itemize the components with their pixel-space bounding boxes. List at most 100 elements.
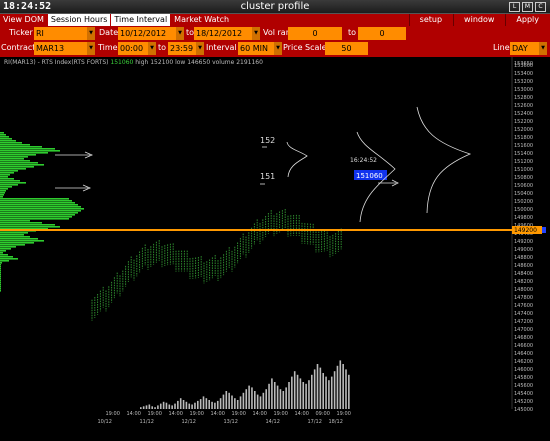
menu-market-watch[interactable]: Market Watch [171,14,232,26]
maximize-button[interactable]: M [522,2,533,12]
profile-bar [0,280,1,282]
profile-bar [0,290,1,292]
profile-bar [0,246,16,248]
volume-bar [330,376,333,409]
poc-price-label: 149200 [514,227,537,234]
volume-bar [171,405,173,409]
price-tick-label: 152600 [514,103,533,109]
chart-area[interactable]: 153650 153600 153400 153200 153000 152800 1526… [0,57,550,437]
vol-from-field[interactable]: 0 [288,27,342,40]
volume-bar [296,374,299,409]
profile-bar [0,242,34,244]
volume-bar [248,385,250,409]
volume-bar [205,398,208,409]
volume-bar [222,394,225,409]
profile-bar [0,282,1,284]
profile-bar [0,188,8,190]
profile-bar [0,174,10,176]
date-to-field[interactable]: 18/12/2012 ▼ [194,27,260,40]
ticker-select[interactable]: RI ▼ [34,27,95,40]
title-bar: 18:24:52 cluster profile L M C [0,0,550,14]
chevron-down-icon[interactable]: ▼ [274,42,282,55]
time-tick-label: 19:00 [148,411,162,417]
interval-select[interactable]: 60 MIN ▼ [238,42,282,55]
profile-bar [0,202,75,204]
price-tick-label: 147600 [514,303,533,309]
profile-bar [0,224,55,226]
price-tick-label: 153200 [514,79,533,85]
volume-bar [236,400,239,409]
price-tick-label: 153000 [514,87,533,93]
time-from-field[interactable]: 00:00 ▼ [118,42,156,55]
time-tick-label: 14:00 [169,411,183,417]
price-scale-field[interactable]: 50 [325,42,368,55]
volume-bar [145,405,148,409]
volume-bar [162,401,165,409]
profile-bar [0,222,42,224]
line-select[interactable]: DAY ▼ [510,42,547,55]
vol-to-label: to [348,28,357,37]
date-tick-label: 12/12 [182,419,196,425]
chevron-down-icon[interactable]: ▼ [148,42,156,55]
volume-bar [342,364,344,409]
profile-bar [0,226,60,228]
profile-bar [0,166,34,168]
profile-bar [0,216,72,218]
volume-bar [325,376,327,409]
contract-select[interactable]: MAR13 ▼ [34,42,95,55]
price-tick-label: 151800 [514,135,533,141]
profile-bar [0,248,11,250]
volume-bar [199,399,202,409]
date-label: Date [99,28,119,37]
window-button[interactable]: window [453,14,504,26]
chevron-down-icon[interactable]: ▼ [252,27,260,40]
vol-to-field[interactable]: 0 [358,27,406,40]
volume-bar [197,400,199,409]
menu-view-dom[interactable]: View DOM [0,14,47,26]
profile-bar [0,232,28,234]
chevron-down-icon[interactable]: ▼ [176,27,184,40]
price-tick-label: 152800 [514,95,533,101]
volume-bar [165,402,168,409]
volume-bar [228,392,230,409]
profile-bar [0,254,8,256]
profile-bar [0,162,38,164]
apply-button[interactable]: Apply [505,14,549,26]
volume-bar [225,391,228,409]
setup-button[interactable]: setup [408,14,452,26]
menu-time-interval[interactable]: Time Interval [111,14,171,26]
price-tick-label: 151600 [514,143,533,149]
time-label: Time [98,43,118,52]
profile-bar [0,186,12,188]
profile-bar [0,204,78,206]
profile-bar [0,208,84,210]
last-price: 151060 [110,59,134,66]
profile-bar [0,256,13,258]
price-chart[interactable]: 1536501536001534001532001530001528001526… [0,57,550,437]
profile-bar [0,178,14,180]
contract-label: Contract [1,43,36,52]
volume-bar [293,371,296,409]
date-from-field[interactable]: 10/12/2012 ▼ [118,27,184,40]
chevron-down-icon[interactable]: ▼ [87,42,95,55]
minimize-button[interactable]: L [509,2,520,12]
menu-session-hours[interactable]: Session Hours [47,14,111,26]
poc-marker [542,227,546,233]
profile-bar [0,236,30,238]
current-price-label: 151060 [356,172,383,180]
chevron-down-icon[interactable]: ▼ [196,42,204,55]
profile-bar [0,194,4,196]
volume-bar [216,400,219,409]
annotation-152: 152 [260,136,275,145]
profile-bar [0,270,1,272]
price-tick-label: 153600 [514,63,533,69]
profile-bar [0,148,55,150]
date-tick-label: 11/12 [140,419,154,425]
time-to-field[interactable]: 23:59 ▼ [168,42,204,55]
close-button[interactable]: C [535,2,546,12]
volume-bar [291,376,293,409]
profile-bar [0,140,16,142]
chevron-down-icon[interactable]: ▼ [87,27,95,40]
chevron-down-icon[interactable]: ▼ [539,42,547,55]
volume-bar [242,392,245,409]
